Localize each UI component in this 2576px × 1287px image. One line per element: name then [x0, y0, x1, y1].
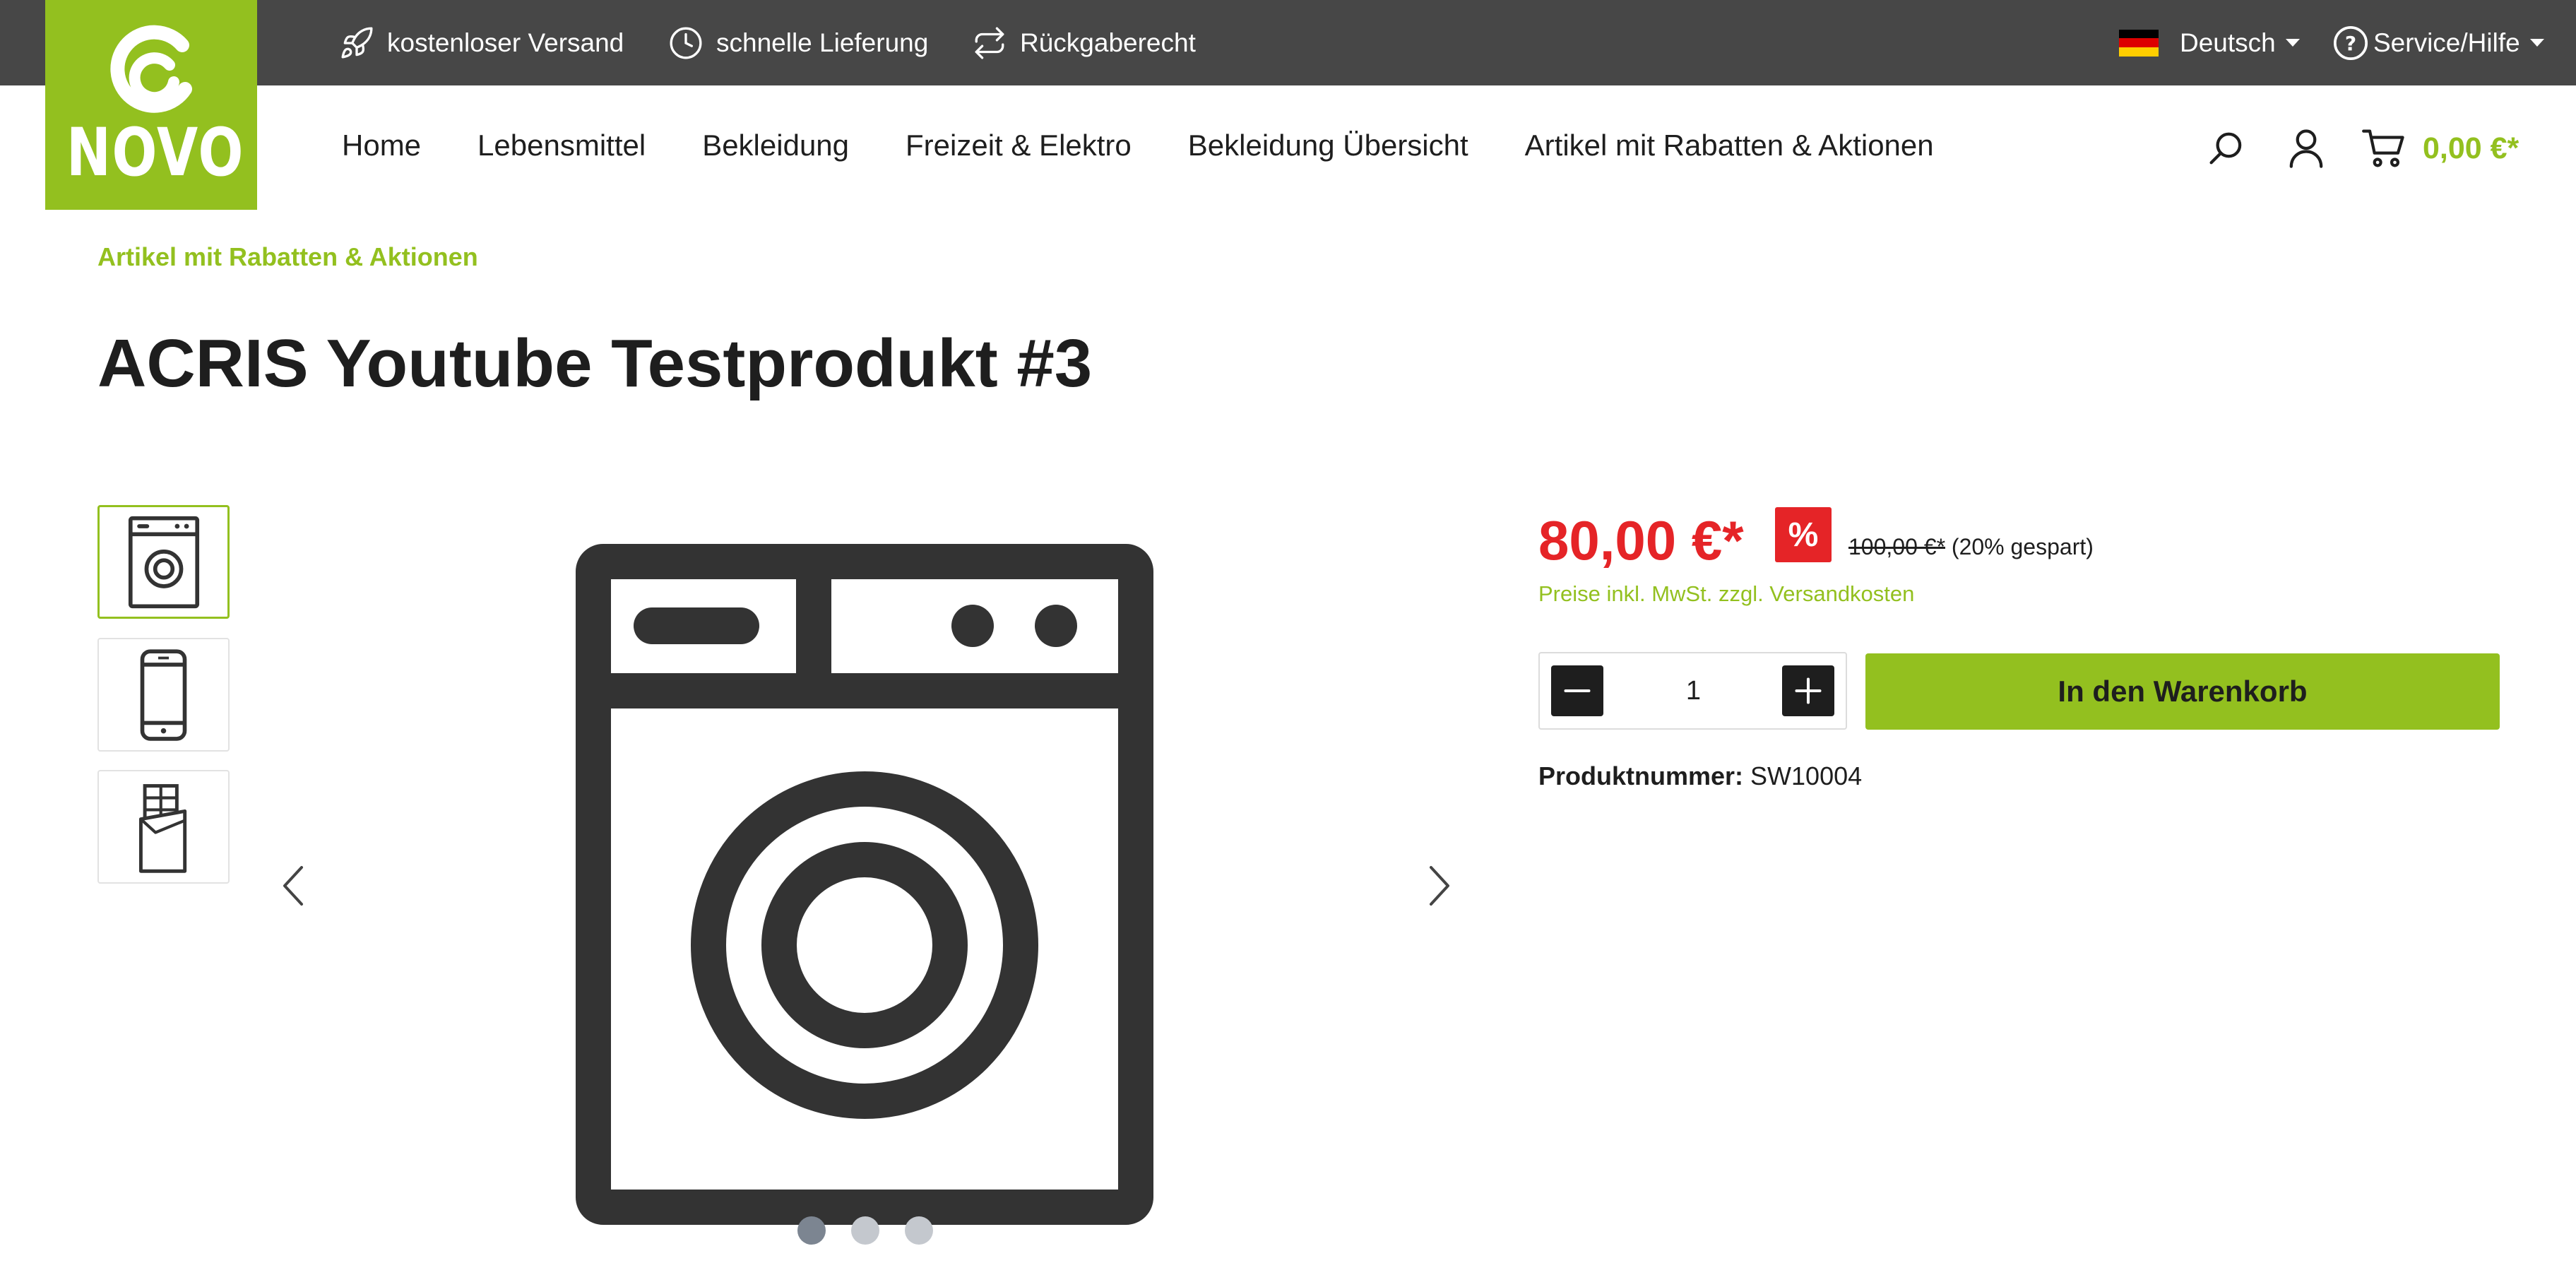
cart-total[interactable]: 0,00 €*: [2423, 131, 2519, 166]
tax-shipping-note[interactable]: Preise inkl. MwSt. zzgl. Versandkosten: [1538, 581, 1914, 607]
usp-delivery: schnelle Lieferung: [668, 0, 928, 85]
nav-item-rabatte-aktionen[interactable]: Artikel mit Rabatten & Aktionen: [1525, 129, 1934, 162]
quantity-increase-button[interactable]: [1782, 665, 1834, 716]
rocket-icon: [341, 26, 373, 58]
top-bar: kostenloser Versand schnelle Lieferung R…: [0, 0, 2576, 85]
discount-badge: %: [1775, 507, 1832, 562]
product-number-value: SW10004: [1750, 761, 1863, 790]
user-icon[interactable]: [2287, 128, 2325, 169]
chevron-down-icon: [2529, 39, 2544, 47]
language-label: Deutsch: [2180, 28, 2276, 57]
nav-item-home[interactable]: Home: [342, 129, 421, 162]
nav-item-lebensmittel[interactable]: Lebensmittel: [477, 129, 646, 162]
chocolate-bar-icon: [138, 783, 187, 873]
usp-returns: Rückgaberecht: [972, 0, 1196, 85]
thumbnail-washing-machine[interactable]: [97, 505, 230, 619]
breadcrumb[interactable]: Artikel mit Rabatten & Aktionen: [97, 242, 478, 272]
slider-dot[interactable]: [797, 1216, 826, 1245]
slider-dot[interactable]: [851, 1216, 879, 1245]
svg-text:?: ?: [2345, 32, 2356, 55]
thumbnail-smartphone[interactable]: [97, 638, 230, 752]
usp-label: schnelle Lieferung: [716, 28, 929, 57]
page-title: ACRIS Youtube Testprodukt #3: [97, 326, 1093, 401]
nav-item-bekleidung-uebersicht[interactable]: Bekleidung Übersicht: [1188, 129, 1468, 162]
quantity-stepper: [1538, 652, 1847, 730]
chevron-down-icon: [2285, 39, 2300, 47]
logo-mark-icon: [110, 25, 192, 113]
plus-icon: [1795, 677, 1822, 704]
savings-text: (20% gespart): [1951, 534, 2094, 559]
service-menu[interactable]: ? Service/Hilfe: [2331, 0, 2544, 85]
add-to-cart-button[interactable]: In den Warenkorb: [1865, 653, 2500, 730]
old-price: 100,00 €*: [1848, 534, 1946, 559]
cart-icon[interactable]: [2362, 128, 2406, 169]
smartphone-icon: [140, 648, 187, 741]
nav-item-bekleidung[interactable]: Bekleidung: [702, 129, 849, 162]
product-number: Produktnummer: SW10004: [1538, 761, 1862, 791]
search-icon[interactable]: [2207, 129, 2245, 167]
washing-machine-icon: [128, 516, 199, 608]
nav-item-freizeit-elektro[interactable]: Freizeit & Elektro: [906, 129, 1132, 162]
header-actions: 0,00 €*: [2207, 126, 2519, 171]
quantity-input[interactable]: [1610, 665, 1776, 716]
shop-logo[interactable]: NOVO: [45, 0, 257, 210]
usp-label: Rückgaberecht: [1020, 28, 1196, 57]
thumbnail-chocolate[interactable]: [97, 770, 230, 884]
old-price-info: 100,00 €* (20% gespart): [1848, 534, 2094, 560]
slider-prev-arrow-icon[interactable]: [279, 863, 307, 908]
slider-dots: [797, 1216, 958, 1245]
germany-flag-icon: [2119, 29, 2159, 57]
slider-dot[interactable]: [905, 1216, 933, 1245]
language-selector[interactable]: Deutsch: [2119, 0, 2300, 85]
main-navigation: Home Lebensmittel Bekleidung Freizeit & …: [342, 126, 1990, 165]
usp-shipping: kostenloser Versand: [339, 0, 624, 85]
clock-icon: [670, 27, 702, 59]
usp-label: kostenloser Versand: [387, 28, 624, 57]
product-number-label: Produktnummer:: [1538, 761, 1744, 790]
minus-icon: [1564, 689, 1591, 693]
quantity-decrease-button[interactable]: [1551, 665, 1603, 716]
washing-machine-icon: [576, 544, 1153, 1225]
slider-next-arrow-icon[interactable]: [1425, 863, 1454, 908]
help-circle-icon: ?: [2333, 25, 2368, 60]
service-label: Service/Hilfe: [2373, 28, 2520, 57]
return-arrows-icon: [975, 27, 1004, 59]
logo-text: NOVO: [66, 114, 245, 191]
product-price: 80,00 €*: [1538, 509, 1744, 571]
